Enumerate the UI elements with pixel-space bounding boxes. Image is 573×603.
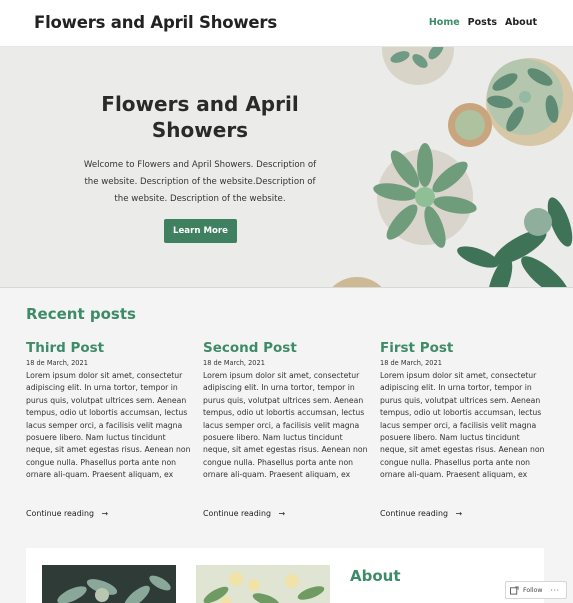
succulent-thumbnail-image[interactable] [42, 565, 176, 603]
about-section: About [26, 548, 544, 603]
hero-title: Flowers and April Showers [101, 92, 299, 142]
continue-reading-link[interactable]: Continue reading → [380, 509, 462, 518]
arrow-right-icon: → [101, 509, 109, 518]
site-header: Flowers and April Showers Home Posts Abo… [0, 0, 573, 47]
nav-about[interactable]: About [505, 17, 537, 28]
learn-more-button[interactable]: Learn More [164, 219, 237, 243]
post-title[interactable]: Third Post [26, 339, 191, 357]
more-options-icon[interactable]: ··· [550, 586, 559, 595]
continue-reading-link[interactable]: Continue reading → [203, 509, 285, 518]
about-heading: About [350, 567, 401, 585]
post-card: First Post 18 de March, 2021 Lorem ipsum… [380, 339, 545, 518]
follow-label: Follow [523, 586, 543, 594]
follow-icon [510, 585, 519, 595]
post-title[interactable]: First Post [380, 339, 545, 357]
hero-description: Welcome to Flowers and April Showers. De… [83, 160, 317, 204]
post-date: 18 de March, 2021 [203, 359, 265, 367]
recent-posts-heading: Recent posts [26, 305, 136, 323]
post-card: Third Post 18 de March, 2021 Lorem ipsum… [26, 339, 191, 518]
nav-posts[interactable]: Posts [468, 17, 497, 28]
flowers-thumbnail-image[interactable] [196, 565, 330, 603]
follow-button[interactable]: Follow ··· [505, 581, 567, 599]
arrow-right-icon: → [455, 509, 463, 518]
post-title[interactable]: Second Post [203, 339, 368, 357]
main-nav: Home Posts About [429, 17, 537, 28]
post-excerpt: Lorem ipsum dolor sit amet, consectetur … [26, 371, 191, 480]
continue-reading-label: Continue reading [26, 509, 94, 518]
continue-reading-label: Continue reading [380, 509, 448, 518]
arrow-right-icon: → [278, 509, 286, 518]
hero-banner: Flowers and April Showers Welcome to Flo… [0, 47, 573, 288]
post-date: 18 de March, 2021 [380, 359, 442, 367]
continue-reading-label: Continue reading [203, 509, 271, 518]
post-card: Second Post 18 de March, 2021 Lorem ipsu… [203, 339, 368, 518]
continue-reading-link[interactable]: Continue reading → [26, 509, 108, 518]
post-date: 18 de March, 2021 [26, 359, 88, 367]
nav-home[interactable]: Home [429, 17, 460, 28]
post-excerpt: Lorem ipsum dolor sit amet, consectetur … [380, 371, 545, 480]
post-excerpt: Lorem ipsum dolor sit amet, consectetur … [203, 371, 368, 480]
site-title[interactable]: Flowers and April Showers [34, 13, 277, 32]
